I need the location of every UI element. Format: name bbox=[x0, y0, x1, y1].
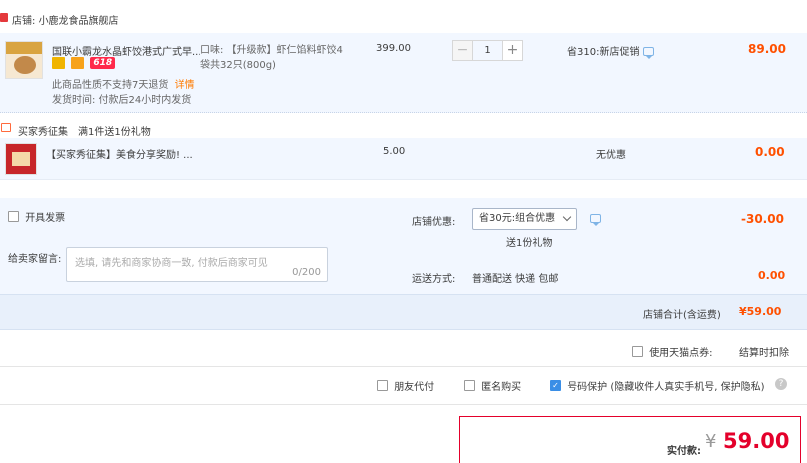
item-subtotal: 89.00 bbox=[748, 42, 786, 56]
discount-chat-icon[interactable] bbox=[590, 214, 601, 226]
badge-card-icon[interactable] bbox=[71, 57, 85, 69]
gift-title-link[interactable]: 【买家秀征集】美食分享奖励! ... bbox=[46, 146, 193, 161]
anonymous-label: 匿名购买 bbox=[481, 382, 522, 393]
invoice-checkbox[interactable] bbox=[8, 211, 19, 222]
invoice-option[interactable]: 开具发票 bbox=[8, 209, 65, 224]
gift-row: 【买家秀征集】美食分享奖励! ... 5.00 无优惠 0.00 bbox=[0, 138, 807, 180]
points-label: 使用天猫点券: bbox=[649, 348, 713, 359]
badge-618[interactable]: 618 bbox=[90, 57, 116, 69]
badge-green-icon[interactable] bbox=[52, 57, 65, 69]
shop-name-link[interactable]: 小鹿龙食品旗舰店 bbox=[39, 16, 119, 27]
shop-icon bbox=[0, 13, 8, 22]
gift-icon bbox=[1, 123, 11, 132]
gift-subtotal: 0.00 bbox=[755, 145, 785, 159]
payment-box: 实付款: ¥ 59.00 bbox=[459, 416, 801, 463]
chevron-down-icon bbox=[562, 212, 572, 222]
ship-time: 发货时间: 付款后24小时内发货 bbox=[52, 95, 192, 106]
shipping-label: 运送方式: bbox=[412, 274, 456, 285]
payment-label: 实付款: bbox=[667, 446, 701, 457]
quantity-stepper: − 1 + bbox=[452, 40, 523, 61]
divider bbox=[0, 404, 807, 405]
points-option[interactable]: 使用天猫点券: bbox=[632, 344, 713, 359]
friend-pay-option[interactable]: 朋友代付 bbox=[377, 378, 434, 393]
gift-tag: 买家秀征集 bbox=[18, 127, 68, 138]
detail-link[interactable]: 详情 bbox=[175, 80, 195, 91]
points-note: 结算时扣除 bbox=[739, 348, 789, 359]
number-protect-option[interactable]: ✓ 号码保护 (隐藏收件人真实手机号, 保护隐私) bbox=[550, 378, 765, 393]
gift-price: 5.00 bbox=[383, 146, 406, 157]
message-textarea[interactable]: 选填, 请先和商家协商一致, 付款后商家可见 0/200 bbox=[66, 247, 328, 282]
item-price: 399.00 bbox=[376, 43, 411, 54]
points-checkbox[interactable] bbox=[632, 346, 643, 357]
shop-total-label: 店铺合计(含运费) bbox=[643, 310, 721, 321]
message-count: 0/200 bbox=[292, 267, 321, 278]
no-return-note: 此商品性质不支持7天退货 详情 bbox=[52, 80, 195, 91]
quantity-input[interactable]: 1 bbox=[473, 40, 502, 61]
invoice-label: 开具发票 bbox=[25, 213, 66, 224]
item-row: 国联小霸龙水晶虾饺港式广式早... 618 此商品性质不支持7天退货 详情 发货… bbox=[0, 33, 807, 113]
quantity-plus-button[interactable]: + bbox=[502, 40, 523, 61]
shop-discount-select[interactable]: 省30元:组合优惠 bbox=[472, 208, 577, 230]
anonymous-checkbox[interactable] bbox=[464, 380, 475, 391]
service-badges: 618 bbox=[52, 57, 116, 69]
item-spec: 口味: 【升级款】虾仁馅料虾饺4 袋共32只(800g) bbox=[200, 45, 343, 71]
friend-pay-label: 朋友代付 bbox=[394, 382, 435, 393]
item-title-link[interactable]: 国联小霸龙水晶虾饺港式广式早... bbox=[52, 43, 200, 58]
gift-thumbnail[interactable] bbox=[5, 143, 37, 175]
promo-chat-icon[interactable] bbox=[643, 47, 654, 59]
friend-pay-checkbox[interactable] bbox=[377, 380, 388, 391]
shipping-method: 普通配送 快递 包邮 bbox=[472, 274, 559, 285]
shop-discount-label: 店铺优惠: bbox=[412, 217, 456, 228]
quantity-minus-button[interactable]: − bbox=[452, 40, 473, 61]
gift-promo: 无优惠 bbox=[596, 150, 626, 161]
item-promo: 省310:新店促销 bbox=[567, 47, 640, 58]
message-label: 给卖家留言: bbox=[8, 254, 62, 265]
message-placeholder: 选填, 请先和商家协商一致, 付款后商家可见 bbox=[75, 258, 268, 269]
divider bbox=[0, 366, 807, 367]
payment-amount: 59.00 bbox=[723, 429, 790, 453]
item-thumbnail[interactable] bbox=[5, 41, 43, 79]
help-icon[interactable]: ? bbox=[775, 378, 787, 390]
shop-label: 店铺: bbox=[12, 16, 36, 27]
shop-total-row: 店铺合计(含运费) ¥59.00 bbox=[0, 294, 807, 330]
number-protect-label: 号码保护 (隐藏收件人真实手机号, 保护隐私) bbox=[567, 382, 765, 393]
shop-header: 店铺: 小鹿龙食品旗舰店 bbox=[0, 8, 807, 28]
anonymous-option[interactable]: 匿名购买 bbox=[464, 378, 521, 393]
payment-currency: ¥ bbox=[705, 431, 717, 452]
shop-discount-amount: -30.00 bbox=[741, 212, 784, 226]
number-protect-checkbox[interactable]: ✓ bbox=[550, 380, 561, 391]
gift-rule: 满1件送1份礼物 bbox=[78, 127, 151, 138]
shipping-amount: 0.00 bbox=[758, 269, 786, 282]
discount-gift-note: 送1份礼物 bbox=[506, 238, 553, 249]
shop-total-amount: ¥59.00 bbox=[739, 305, 782, 318]
